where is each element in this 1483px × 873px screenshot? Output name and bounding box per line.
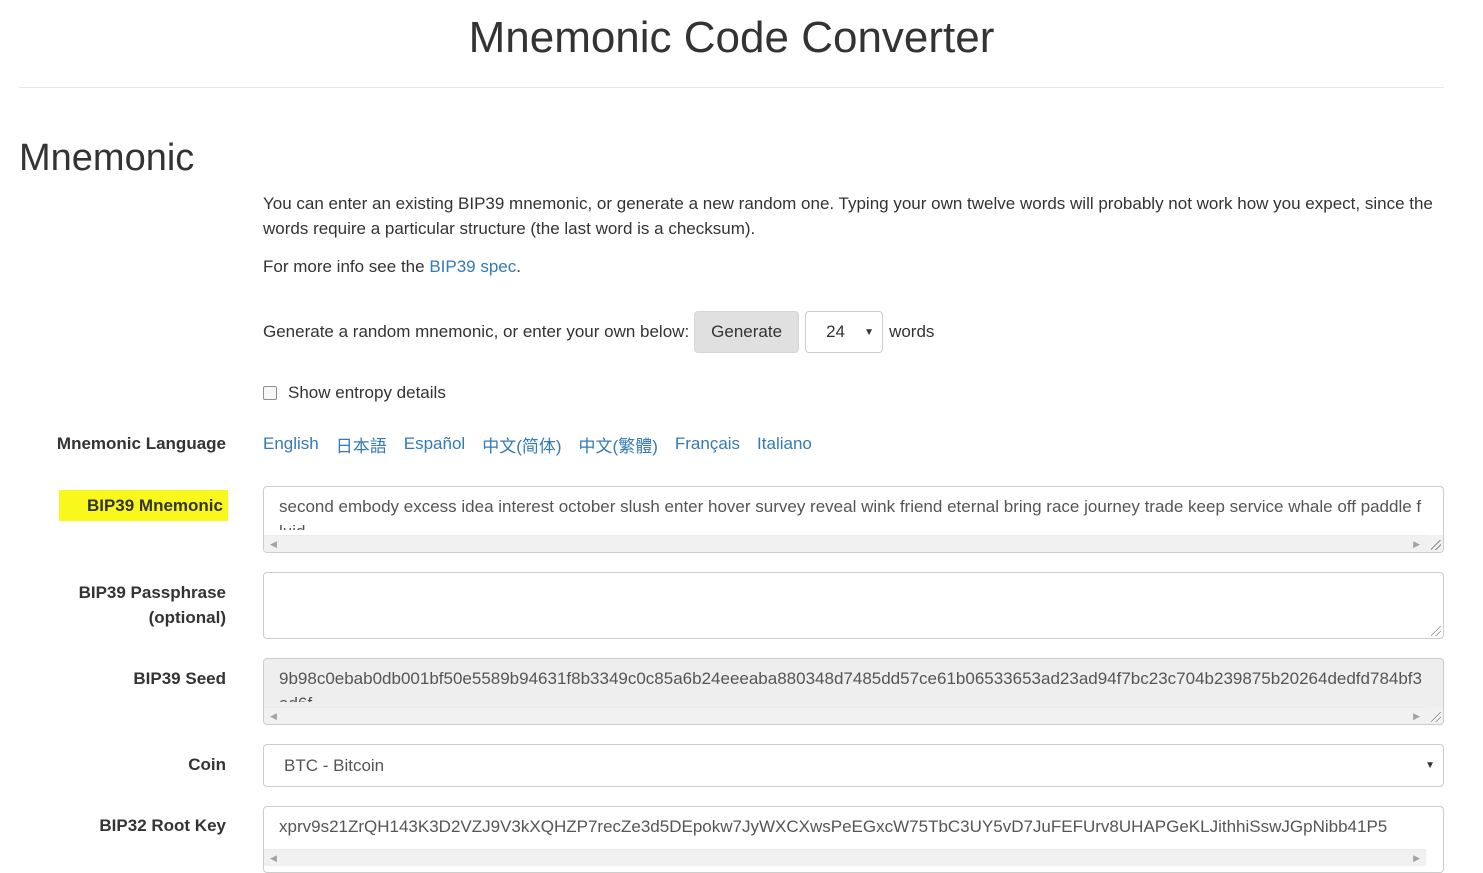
language-link-english[interactable]: English xyxy=(263,434,319,454)
horizontal-scrollbar[interactable]: ◀ ▶ xyxy=(264,849,1426,866)
mnemonic-language-label: Mnemonic Language xyxy=(56,434,226,453)
bip39-passphrase-label: BIP39 Passphrase (optional) xyxy=(0,580,226,630)
chevron-down-icon: ▼ xyxy=(1425,760,1435,771)
generate-row: Generate a random mnemonic, or enter you… xyxy=(263,311,934,353)
language-link-french[interactable]: Français xyxy=(675,434,740,454)
resize-handle-icon[interactable] xyxy=(1426,707,1443,724)
word-count-select[interactable]: 24 ▼ xyxy=(805,311,884,353)
bip39-mnemonic-label-wrap: BIP39 Mnemonic xyxy=(0,492,226,519)
bip39-mnemonic-label: BIP39 Mnemonic xyxy=(60,492,226,519)
horizontal-scrollbar[interactable]: ◀ ▶ xyxy=(264,535,1426,552)
coin-label: Coin xyxy=(188,755,226,774)
bip39-mnemonic-value: second embody excess idea interest octob… xyxy=(279,497,1422,530)
scroll-right-icon[interactable]: ▶ xyxy=(1413,539,1420,550)
bip39-seed-textarea[interactable]: 9b98c0ebab0db001bf50e5589b94631f8b3349c0… xyxy=(263,658,1444,725)
more-info-suffix: . xyxy=(516,257,521,276)
scroll-left-icon[interactable]: ◀ xyxy=(270,853,277,864)
language-link-chinese-simplified[interactable]: 中文(简体) xyxy=(482,432,561,457)
chevron-down-icon: ▼ xyxy=(864,326,875,338)
bip39-spec-link[interactable]: BIP39 spec xyxy=(429,257,516,276)
title-divider xyxy=(19,87,1444,88)
words-label: words xyxy=(889,322,935,341)
resize-handle-icon[interactable] xyxy=(1426,535,1443,552)
mnemonic-heading: Mnemonic xyxy=(19,137,195,179)
coin-select[interactable]: BTC - Bitcoin ▼ xyxy=(263,744,1444,787)
bip32-root-key-textarea[interactable]: xprv9s21ZrQH143K3D2VZJ9V3kXQHZP7recZe3d5… xyxy=(263,806,1444,873)
bip39-passphrase-textarea[interactable] xyxy=(263,572,1444,639)
language-link-spanish[interactable]: Español xyxy=(404,434,465,454)
generate-prompt: Generate a random mnemonic, or enter you… xyxy=(263,322,690,341)
bip39-passphrase-label-line1: BIP39 Passphrase xyxy=(78,583,226,602)
scroll-right-icon[interactable]: ▶ xyxy=(1413,711,1420,722)
bip39-seed-value: 9b98c0ebab0db001bf50e5589b94631f8b3349c0… xyxy=(279,669,1422,702)
language-links: English 日本語 Español 中文(简体) 中文(繁體) França… xyxy=(263,431,829,457)
word-count-value: 24 xyxy=(826,322,845,341)
show-entropy-row: Show entropy details xyxy=(263,380,446,406)
show-entropy-label[interactable]: Show entropy details xyxy=(288,383,446,403)
scroll-left-icon[interactable]: ◀ xyxy=(270,711,277,722)
bip39-passphrase-label-line2: (optional) xyxy=(148,608,226,627)
resize-handle-icon[interactable] xyxy=(1426,621,1443,638)
scroll-right-icon[interactable]: ▶ xyxy=(1413,853,1420,864)
scroll-left-icon[interactable]: ◀ xyxy=(270,539,277,550)
bip32-root-key-label: BIP32 Root Key xyxy=(99,816,226,835)
more-info-text: For more info see the BIP39 spec. xyxy=(263,254,521,279)
show-entropy-checkbox[interactable] xyxy=(263,386,277,400)
page-title: Mnemonic Code Converter xyxy=(468,13,995,62)
bip32-root-key-value: xprv9s21ZrQH143K3D2VZJ9V3kXQHZP7recZe3d5… xyxy=(279,817,1388,836)
language-link-japanese[interactable]: 日本語 xyxy=(336,432,387,457)
bip39-mnemonic-textarea[interactable]: second embody excess idea interest octob… xyxy=(263,486,1444,553)
language-link-italian[interactable]: Italiano xyxy=(757,434,812,454)
generate-button[interactable]: Generate xyxy=(694,311,800,353)
more-info-prefix: For more info see the xyxy=(263,257,430,276)
mnemonic-intro-text: You can enter an existing BIP39 mnemonic… xyxy=(263,194,1433,238)
coin-value: BTC - Bitcoin xyxy=(284,755,385,775)
language-link-chinese-traditional[interactable]: 中文(繁體) xyxy=(579,432,658,457)
bip39-seed-label: BIP39 Seed xyxy=(133,669,226,688)
horizontal-scrollbar[interactable]: ◀ ▶ xyxy=(264,707,1426,724)
